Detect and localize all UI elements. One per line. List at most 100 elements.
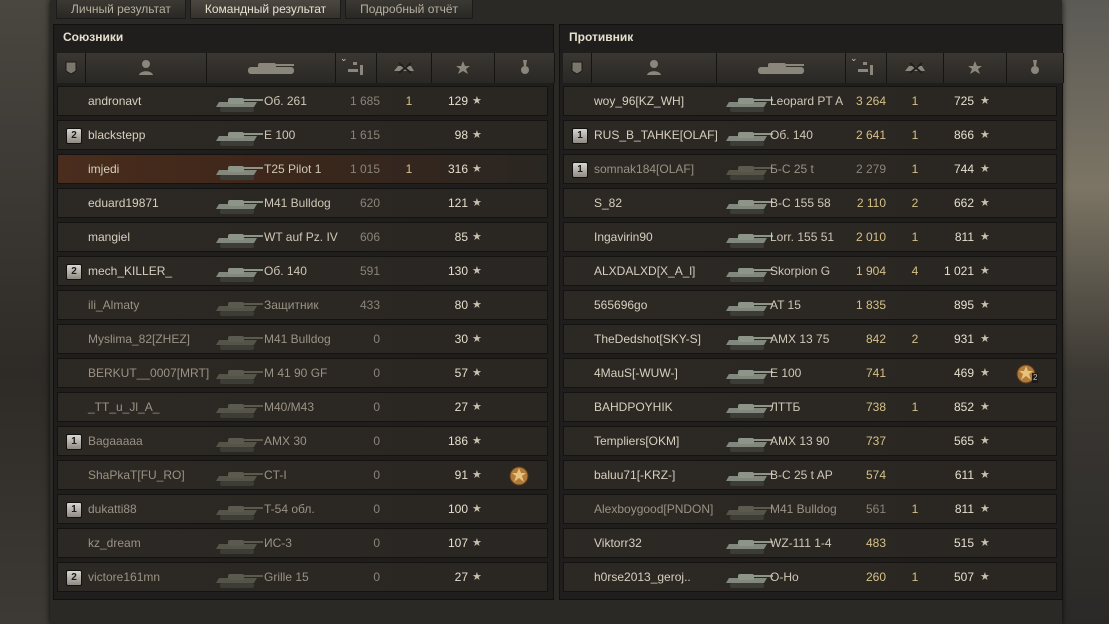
player-name[interactable]: 565696go [594,291,647,319]
enemies-row[interactable]: h0rse2013_geroj.. O-Ho 260 1 507 ★ [563,562,1057,592]
star-icon: ★ [472,571,482,583]
player-name[interactable]: kz_dream [88,529,141,557]
player-name[interactable]: Bagaaaaa [88,427,143,455]
enemies-column-damage-header[interactable]: ⌄ [846,53,887,83]
tab-bar: Личный результат Командный результат Под… [56,0,477,19]
player-name[interactable]: eduard19871 [88,189,159,217]
player-name[interactable]: ALXDALXD[X_A_l] [594,257,695,285]
damage-value: 0 [373,434,380,448]
xp-value: 725 [953,94,974,108]
player-name[interactable]: 4MauS[-WUW-] [594,359,678,387]
tab-team-result[interactable]: Командный результат [189,0,342,19]
allies-row[interactable]: Myslima_82[ZHEZ] M41 Bulldog 0 30 ★ [57,324,548,354]
enemies-row[interactable]: Ingavirin90 Lorr. 155 51 2 010 1 811 ★ [563,222,1057,252]
player-name[interactable]: blackstepp [88,121,145,149]
allies-column-medals-header[interactable] [495,53,555,83]
allies-row[interactable]: 1 Bagaaaaa AMX 30 0 186 ★ [57,426,548,456]
player-name[interactable]: mech_KILLER_ [88,257,172,285]
allies-column-kills-header[interactable] [377,53,432,83]
kills-value [394,427,424,455]
kills-value: 4 [911,264,919,278]
medal-icon[interactable] [507,464,531,488]
allies-row[interactable]: BERKUT__0007[MRT] M 41 90 GF 0 57 ★ [57,358,548,388]
platoon-badge: 2 [66,264,82,280]
tank-name: AT 15 [770,298,801,312]
allies-row[interactable]: ili_Almaty Защитник 433 80 ★ [57,290,548,320]
star-icon: ★ [980,333,990,345]
damage-value: 606 [359,230,380,244]
player-name[interactable]: Alexboygood[PNDON] [594,495,713,523]
player-name[interactable]: somnak184[OLAF] [594,155,694,183]
enemies-row[interactable]: baluu71[-KRZ-] B-C 25 t AP 574 611 ★ [563,460,1057,490]
xp-value: 507 [953,570,974,584]
enemies-row[interactable]: TheDedshot[SKY-S] AMX 13 75 842 2 931 ★ [563,324,1057,354]
allies-row[interactable]: 2 victore161mn Grille 15 0 27 ★ [57,562,548,592]
allies-column-player-header[interactable] [86,53,207,83]
allies-column-badge-header[interactable] [57,53,86,83]
allies-panel: Союзники ⌄ andronavt Об. 261 1 685 1 129 ★ 2 bl… [53,24,555,600]
player-name[interactable]: _TT_u_Jl_A_ [88,393,159,421]
allies-row[interactable]: andronavt Об. 261 1 685 1 129 ★ [57,86,548,116]
xp-value: 515 [953,536,974,550]
player-name[interactable]: RUS_B_TAHKE[OLAF] [594,121,718,149]
player-name[interactable]: baluu71[-KRZ-] [594,461,675,489]
star-icon [967,60,983,76]
enemies-column-player-header[interactable] [592,53,717,83]
xp-value: 611 [954,468,974,482]
enemies-column-medals-header[interactable] [1007,53,1064,83]
xp-value: 895 [953,298,974,312]
enemies-panel: Противник ⌄ woy_96[KZ_WH] Leopard PT A 3 2… [559,24,1064,600]
tab-detailed-report[interactable]: Подробный отчёт [345,0,474,19]
enemies-row[interactable]: woy_96[KZ_WH] Leopard PT A 3 264 1 725 ★ [563,86,1057,116]
enemies-row[interactable]: 1 RUS_B_TAHKE[OLAF] Об. 140 2 641 1 866 ★ [563,120,1057,150]
player-name[interactable]: Viktorr32 [594,529,642,557]
enemies-row[interactable]: S_82 B-C 155 58 2 110 2 662 ★ [563,188,1057,218]
allies-row[interactable]: _TT_u_Jl_A_ M40/M43 0 27 ★ [57,392,548,422]
enemies-row[interactable]: 1 somnak184[OLAF] Б-С 25 t 2 279 1 744 ★ [563,154,1057,184]
damage-value: 1 615 [349,128,380,142]
enemies-column-tank-header[interactable] [717,53,846,83]
enemies-column-badge-header[interactable] [563,53,592,83]
player-name[interactable]: BERKUT__0007[MRT] [88,359,209,387]
player-name[interactable]: BAHDPOYHIK [594,393,673,421]
allies-column-tank-header[interactable] [207,53,336,83]
tank-icon [210,429,266,455]
player-name[interactable]: Ingavirin90 [594,223,653,251]
player-name[interactable]: imjedi [88,155,119,183]
player-name[interactable]: ShaPkaT[FU_RO] [88,461,185,489]
enemies-row[interactable]: Viktorr32 WZ-111 1-4 483 515 ★ [563,528,1057,558]
allies-row[interactable]: 2 mech_KILLER_ Об. 140 591 130 ★ [57,256,548,286]
allies-row[interactable]: eduard19871 M41 Bulldog 620 121 ★ [57,188,548,218]
player-name[interactable]: victore161mn [88,563,160,591]
allies-row[interactable]: 1 dukatti88 T-54 обл. 0 100 ★ [57,494,548,524]
player-name[interactable]: dukatti88 [88,495,137,523]
player-name[interactable]: andronavt [88,87,141,115]
enemies-row[interactable]: 4MauS[-WUW-] E 100 741 469 ★ 2 [563,358,1057,388]
allies-row[interactable]: 2 blackstepp E 100 1 615 98 ★ [57,120,548,150]
player-name[interactable]: Myslima_82[ZHEZ] [88,325,190,353]
enemies-row[interactable]: Alexboygood[PNDON] M41 Bulldog 561 1 811 ★ [563,494,1057,524]
tab-personal-result[interactable]: Личный результат [56,0,186,19]
enemies-column-xp-header[interactable] [944,53,1007,83]
kills-value [394,189,424,217]
player-name[interactable]: Templiers[OKM] [594,427,679,455]
player-name[interactable]: mangiel [88,223,130,251]
allies-row[interactable]: ShaPkaT[FU_RO] CT-I 0 91 ★ [57,460,548,490]
allies-row[interactable]: mangiel WT auf Pz. IV 606 85 ★ [57,222,548,252]
player-name[interactable]: woy_96[KZ_WH] [594,87,684,115]
player-name[interactable]: ili_Almaty [88,291,139,319]
enemies-row[interactable]: Templiers[OKM] AMX 13 90 737 565 ★ [563,426,1057,456]
player-name[interactable]: h0rse2013_geroj.. [594,563,691,591]
allies-column-xp-header[interactable] [432,53,495,83]
enemies-row[interactable]: BAHDPOYHIK ЛТТБ 738 1 852 ★ [563,392,1057,422]
enemies-column-kills-header[interactable] [887,53,944,83]
kills-value [394,563,424,591]
enemies-row[interactable]: 565696go AT 15 1 835 895 ★ [563,290,1057,320]
player-name[interactable]: S_82 [594,189,622,217]
allies-row[interactable]: imjedi T25 Pilot 1 1 015 1 316 ★ [57,154,548,184]
star-icon: ★ [472,95,482,107]
player-name[interactable]: TheDedshot[SKY-S] [594,325,701,353]
allies-column-damage-header[interactable]: ⌄ [336,53,377,83]
enemies-row[interactable]: ALXDALXD[X_A_l] Skorpion G 1 904 4 1 021 ★ [563,256,1057,286]
allies-row[interactable]: kz_dream ИС-3 0 107 ★ [57,528,548,558]
